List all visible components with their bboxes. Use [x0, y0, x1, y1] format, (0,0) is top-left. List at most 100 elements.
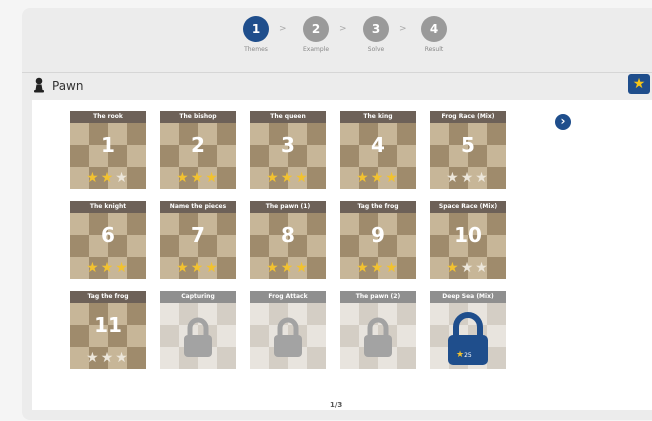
level-title: Capturing [160, 291, 236, 303]
board-square [340, 325, 359, 347]
step-2[interactable]: 2 Example [286, 16, 346, 53]
star-icon: ★ [632, 76, 646, 92]
star-icon: ★ [266, 170, 281, 186]
star-icon: ★ [176, 260, 191, 276]
level-stars: ★★★ [250, 171, 326, 185]
step-4[interactable]: 4 Result [404, 16, 464, 53]
level-tile[interactable]: Tag the frog 9 ★★★ [340, 201, 416, 279]
star-icon: ★ [176, 170, 191, 186]
step-label: Example [302, 46, 330, 53]
star-icon: ★ [190, 260, 206, 276]
star-icon: ★ [100, 350, 116, 366]
star-icon: ★ [280, 170, 296, 186]
board-square [250, 325, 269, 347]
level-board: 5 ★★★ [430, 123, 506, 189]
lock-icon [364, 317, 392, 357]
level-title: The rook [70, 111, 146, 123]
level-number: 4 [371, 133, 385, 157]
level-title: The pawn (1) [250, 201, 326, 213]
star-icon: ★ [280, 260, 296, 276]
star-icon: ★ [370, 170, 386, 186]
step-3[interactable]: 3 Solve [346, 16, 406, 53]
step-label: Solve [367, 46, 385, 53]
star-icon: ★ [115, 350, 130, 366]
board-square [397, 303, 416, 325]
step-number: 3 [363, 16, 389, 42]
pagination: 1/3 [330, 401, 343, 409]
step-number: 1 [243, 16, 269, 42]
level-stars: ★★★ [340, 171, 416, 185]
board-square [397, 325, 416, 347]
star-badge[interactable]: ★ [628, 74, 650, 94]
level-number: 11 [94, 313, 122, 337]
board-square [160, 303, 179, 325]
star-icon: ★ [385, 170, 400, 186]
star-icon: ★ [356, 170, 371, 186]
level-board: 6 ★★★ [70, 213, 146, 279]
board-square [217, 325, 236, 347]
chess-pawn-icon [34, 77, 44, 93]
board-square [307, 303, 326, 325]
level-stars: ★★★ [70, 261, 146, 275]
level-tile[interactable]: The king 4 ★★★ [340, 111, 416, 189]
step-1[interactable]: 1 Themes [226, 16, 286, 53]
level-stars: ★★★ [160, 261, 236, 275]
level-tile[interactable]: The knight 6 ★★★ [70, 201, 146, 279]
level-tile[interactable]: Tag the frog 11 ★★★ [70, 291, 146, 369]
star-icon: ★ [295, 170, 310, 186]
step-number: 2 [303, 16, 329, 42]
level-stars: ★★★ [340, 261, 416, 275]
level-number: 1 [101, 133, 115, 157]
level-tile[interactable]: The rook 1 ★★★ [70, 111, 146, 189]
star-icon: ★ [385, 260, 400, 276]
star-icon: ★ [475, 170, 490, 186]
star-icon: ★ [190, 170, 206, 186]
level-tile[interactable]: The bishop 2 ★★★ [160, 111, 236, 189]
star-icon: ★ [446, 260, 461, 276]
level-stars: ★★★ [70, 351, 146, 365]
level-number: 9 [371, 223, 385, 247]
board-square [160, 347, 179, 369]
level-title: Name the pieces [160, 201, 236, 213]
level-tile[interactable]: The pawn (2) [340, 291, 416, 369]
level-tile[interactable]: Frog Race (Mix) 5 ★★★ [430, 111, 506, 189]
star-icon: ★ [446, 170, 461, 186]
star-icon: ★ [370, 260, 386, 276]
level-board [340, 303, 416, 369]
level-title: Deep Sea (Mix) [430, 291, 506, 303]
level-number: 6 [101, 223, 115, 247]
level-tile[interactable]: The queen 3 ★★★ [250, 111, 326, 189]
board-square [307, 347, 326, 369]
star-icon: ★ [86, 170, 101, 186]
level-board: 7 ★★★ [160, 213, 236, 279]
board-square [160, 325, 179, 347]
board-square [217, 303, 236, 325]
level-tile[interactable]: Capturing [160, 291, 236, 369]
level-stars: ★★★ [430, 261, 506, 275]
level-stars: ★★★ [250, 261, 326, 275]
level-tile[interactable]: Space Race (Mix) 10 ★★★ [430, 201, 506, 279]
board-square [217, 347, 236, 369]
star-icon: ★ [86, 350, 101, 366]
star-icon: ★ [475, 260, 490, 276]
level-title: The queen [250, 111, 326, 123]
level-tile[interactable]: Name the pieces 7 ★★★ [160, 201, 236, 279]
level-board [160, 303, 236, 369]
page-title: Pawn [52, 79, 84, 93]
level-tile[interactable]: Deep Sea (Mix) ★25 [430, 291, 506, 369]
level-number: 5 [461, 133, 475, 157]
level-title: The pawn (2) [340, 291, 416, 303]
star-icon: ★ [100, 260, 116, 276]
level-tile[interactable]: The pawn (1) 8 ★★★ [250, 201, 326, 279]
board-square [340, 347, 359, 369]
level-title: Space Race (Mix) [430, 201, 506, 213]
step-number: 4 [421, 16, 447, 42]
level-title: The bishop [160, 111, 236, 123]
star-icon: ★ [115, 260, 130, 276]
next-page-button[interactable]: › [555, 114, 571, 130]
level-board: ★25 [430, 303, 506, 369]
level-board: 1 ★★★ [70, 123, 146, 189]
level-number: 2 [191, 133, 205, 157]
level-tile[interactable]: Frog Attack [250, 291, 326, 369]
level-number: 3 [281, 133, 295, 157]
